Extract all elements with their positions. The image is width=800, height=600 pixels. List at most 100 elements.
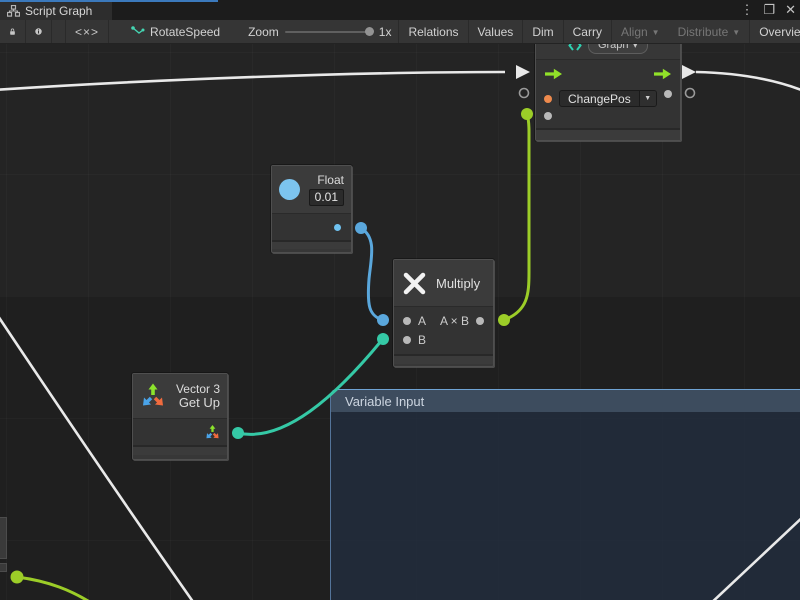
node-title: Multiply xyxy=(436,276,480,291)
variable-name-port-row: ChangePos ▼ xyxy=(544,90,657,107)
wire-blue-start-dot[interactable] xyxy=(355,222,367,234)
clipped-node-edge[interactable] xyxy=(0,517,7,559)
graph-breadcrumb[interactable]: RotateSpeed xyxy=(127,20,224,43)
graph-canvas[interactable]: Variable Input xyxy=(0,44,800,600)
wire-teal-start-dot[interactable] xyxy=(232,427,244,439)
wire-arrowhead-out xyxy=(682,65,696,79)
relations-button[interactable]: Relations xyxy=(399,20,468,43)
maximize-icon[interactable]: ❐ xyxy=(763,2,775,18)
lock-icon xyxy=(9,25,16,38)
node-title: Float xyxy=(307,173,344,187)
chevron-down-icon: ▼ xyxy=(652,28,660,37)
port-circle-right[interactable] xyxy=(686,89,695,98)
multiply-x-icon xyxy=(402,271,427,296)
dim-button[interactable]: Dim xyxy=(523,20,563,43)
wire-flow-in[interactable] xyxy=(0,72,505,90)
port-dot-gray xyxy=(403,336,411,344)
clipped-node-footer[interactable] xyxy=(0,563,7,572)
node-vector3-get-up[interactable]: Vector 3 Get Up xyxy=(132,373,228,460)
node-multiply-header: Multiply xyxy=(394,260,493,306)
port-dot-gray xyxy=(544,112,552,120)
node-vector3-footer xyxy=(133,445,227,455)
wire-flow-out[interactable] xyxy=(696,72,800,91)
port-dot-gray xyxy=(403,317,411,325)
wire-green-bl-dot[interactable] xyxy=(11,571,24,584)
align-dropdown[interactable]: Align▼ xyxy=(612,20,669,43)
output-port-axb[interactable]: A × B xyxy=(440,314,484,328)
port-dot-blue xyxy=(334,224,341,231)
wire-arrowhead-in xyxy=(516,65,530,79)
wire-blue[interactable] xyxy=(361,228,382,320)
info-button[interactable] xyxy=(26,20,52,43)
flow-arrow-out-icon xyxy=(654,68,671,80)
flow-output-port[interactable] xyxy=(654,68,671,80)
node-subtitle: Get Up xyxy=(173,396,220,410)
node-title: Vector 3 xyxy=(173,382,220,396)
node-float-body xyxy=(272,213,351,240)
float-value-input[interactable]: 0.01 xyxy=(309,189,344,206)
node-graph-body: ChangePos ▼ xyxy=(536,59,680,128)
carry-button[interactable]: Carry xyxy=(564,20,612,43)
graph-network-icon xyxy=(131,26,145,38)
port-dot-gray xyxy=(664,90,672,98)
close-icon[interactable]: ✕ xyxy=(785,2,796,18)
wire-teal-end-dot[interactable] xyxy=(377,333,389,345)
vector3-axes-icon xyxy=(140,383,166,409)
node-set-variable[interactable]: Graph ▾ ChangePos ▼ xyxy=(535,30,681,141)
vector3-output-port[interactable] xyxy=(205,425,220,440)
node-vector3-body xyxy=(133,418,227,445)
node-multiply-footer xyxy=(394,354,493,364)
input-port-a[interactable]: A xyxy=(403,314,426,328)
graph-hierarchy-icon xyxy=(7,5,20,17)
zoom-control: Zoom 1x xyxy=(246,20,393,43)
node-graph-footer xyxy=(536,128,680,140)
float-type-icon xyxy=(279,179,300,200)
distribute-dropdown[interactable]: Distribute▼ xyxy=(669,20,751,43)
wire-green-start-dot[interactable] xyxy=(498,314,510,326)
values-button[interactable]: Values xyxy=(469,20,524,43)
wire-teal[interactable] xyxy=(238,340,382,434)
lock-button[interactable] xyxy=(0,20,26,43)
flow-arrow-in-icon xyxy=(545,68,562,80)
float-output-port[interactable] xyxy=(334,224,341,231)
window-menu-icon[interactable]: ⋮ xyxy=(740,2,753,18)
chevron-down-icon: ▼ xyxy=(732,28,740,37)
node-multiply[interactable]: Multiply A A × B B xyxy=(393,259,494,367)
overview-button[interactable]: Overview xyxy=(750,20,800,43)
wire-green[interactable] xyxy=(504,114,529,320)
code-brackets-icon: <×> xyxy=(75,25,99,39)
variable-select[interactable]: ChangePos ▼ xyxy=(559,90,657,107)
window-controls: ⋮ ❐ ✕ xyxy=(740,2,796,18)
flow-input-port[interactable] xyxy=(545,68,562,80)
wire-blue-end-dot[interactable] xyxy=(377,314,389,326)
wire-green-bottom-left[interactable] xyxy=(17,577,96,600)
graph-toolbar: <×> RotateSpeed Zoom 1x Relations Values… xyxy=(0,20,800,44)
variable-value: ChangePos xyxy=(560,91,639,106)
node-vector3-header: Vector 3 Get Up xyxy=(133,374,227,418)
tab-title: Script Graph xyxy=(25,4,92,18)
wire-green-end-dot[interactable] xyxy=(521,108,533,120)
chevron-down-icon: ▼ xyxy=(639,91,656,106)
zoom-label: Zoom xyxy=(248,25,279,39)
node-float-footer xyxy=(272,240,351,249)
code-view-button[interactable]: <×> xyxy=(66,20,109,43)
value-output-port[interactable] xyxy=(664,90,672,98)
value-port-orange[interactable] xyxy=(544,95,552,103)
node-float-header: Float 0.01 xyxy=(272,166,351,213)
wire-flow-bottom-right[interactable] xyxy=(708,514,800,600)
node-float-literal[interactable]: Float 0.01 xyxy=(271,165,352,253)
graph-name: RotateSpeed xyxy=(150,25,220,39)
input-port-b[interactable]: B xyxy=(403,333,426,347)
zoom-slider-handle[interactable] xyxy=(365,27,374,36)
value-input-port[interactable] xyxy=(544,112,552,120)
vector3-port-icon xyxy=(205,425,220,440)
tab-bar: Script Graph ⋮ ❐ ✕ xyxy=(0,0,800,20)
zoom-value: 1x xyxy=(379,25,392,39)
node-multiply-body: A A × B B xyxy=(394,306,493,354)
port-dot-gray xyxy=(476,317,484,325)
script-graph-window: Script Graph ⋮ ❐ ✕ <×> xyxy=(0,0,800,600)
tab-script-graph[interactable]: Script Graph xyxy=(0,2,112,20)
port-circle-left[interactable] xyxy=(520,89,529,98)
info-icon xyxy=(35,25,42,38)
zoom-slider[interactable] xyxy=(285,31,373,33)
